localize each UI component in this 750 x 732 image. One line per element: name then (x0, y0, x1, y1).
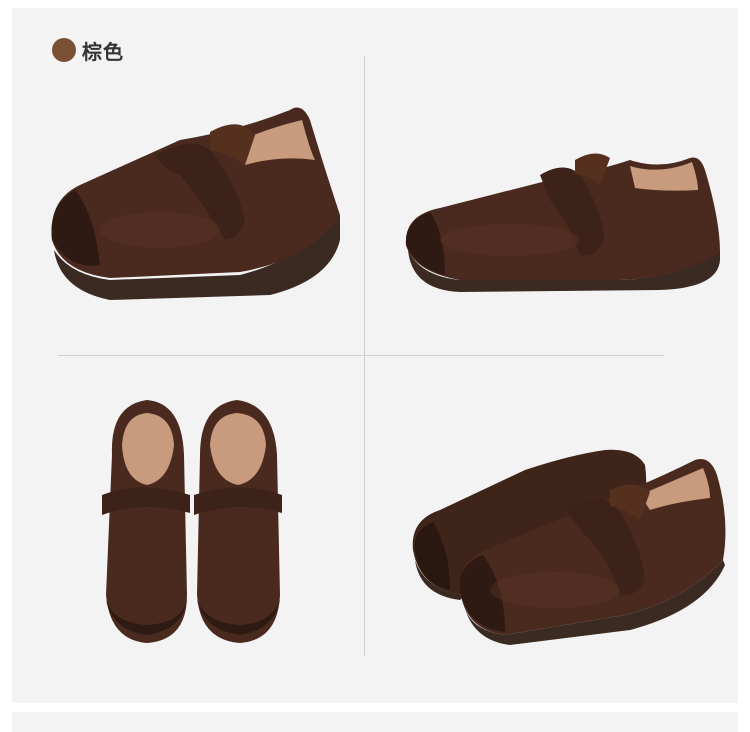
shoe-pair-three-quarter-icon (412, 449, 726, 645)
shoe-side-angle-left-icon (51, 107, 341, 300)
shoe-photo-3 (92, 395, 292, 650)
color-swatch (52, 38, 76, 62)
color-label: 棕色 (82, 40, 124, 64)
vertical-divider (364, 56, 365, 656)
shoe-pair-top-view-icon (102, 400, 282, 643)
horizontal-divider (58, 355, 664, 356)
shoe-photo-2 (400, 140, 730, 300)
next-panel-strip (12, 712, 738, 732)
shoe-photo-4 (405, 440, 730, 650)
shoe-side-angle-right-icon (405, 153, 720, 292)
shoe-photo-1 (40, 90, 360, 320)
